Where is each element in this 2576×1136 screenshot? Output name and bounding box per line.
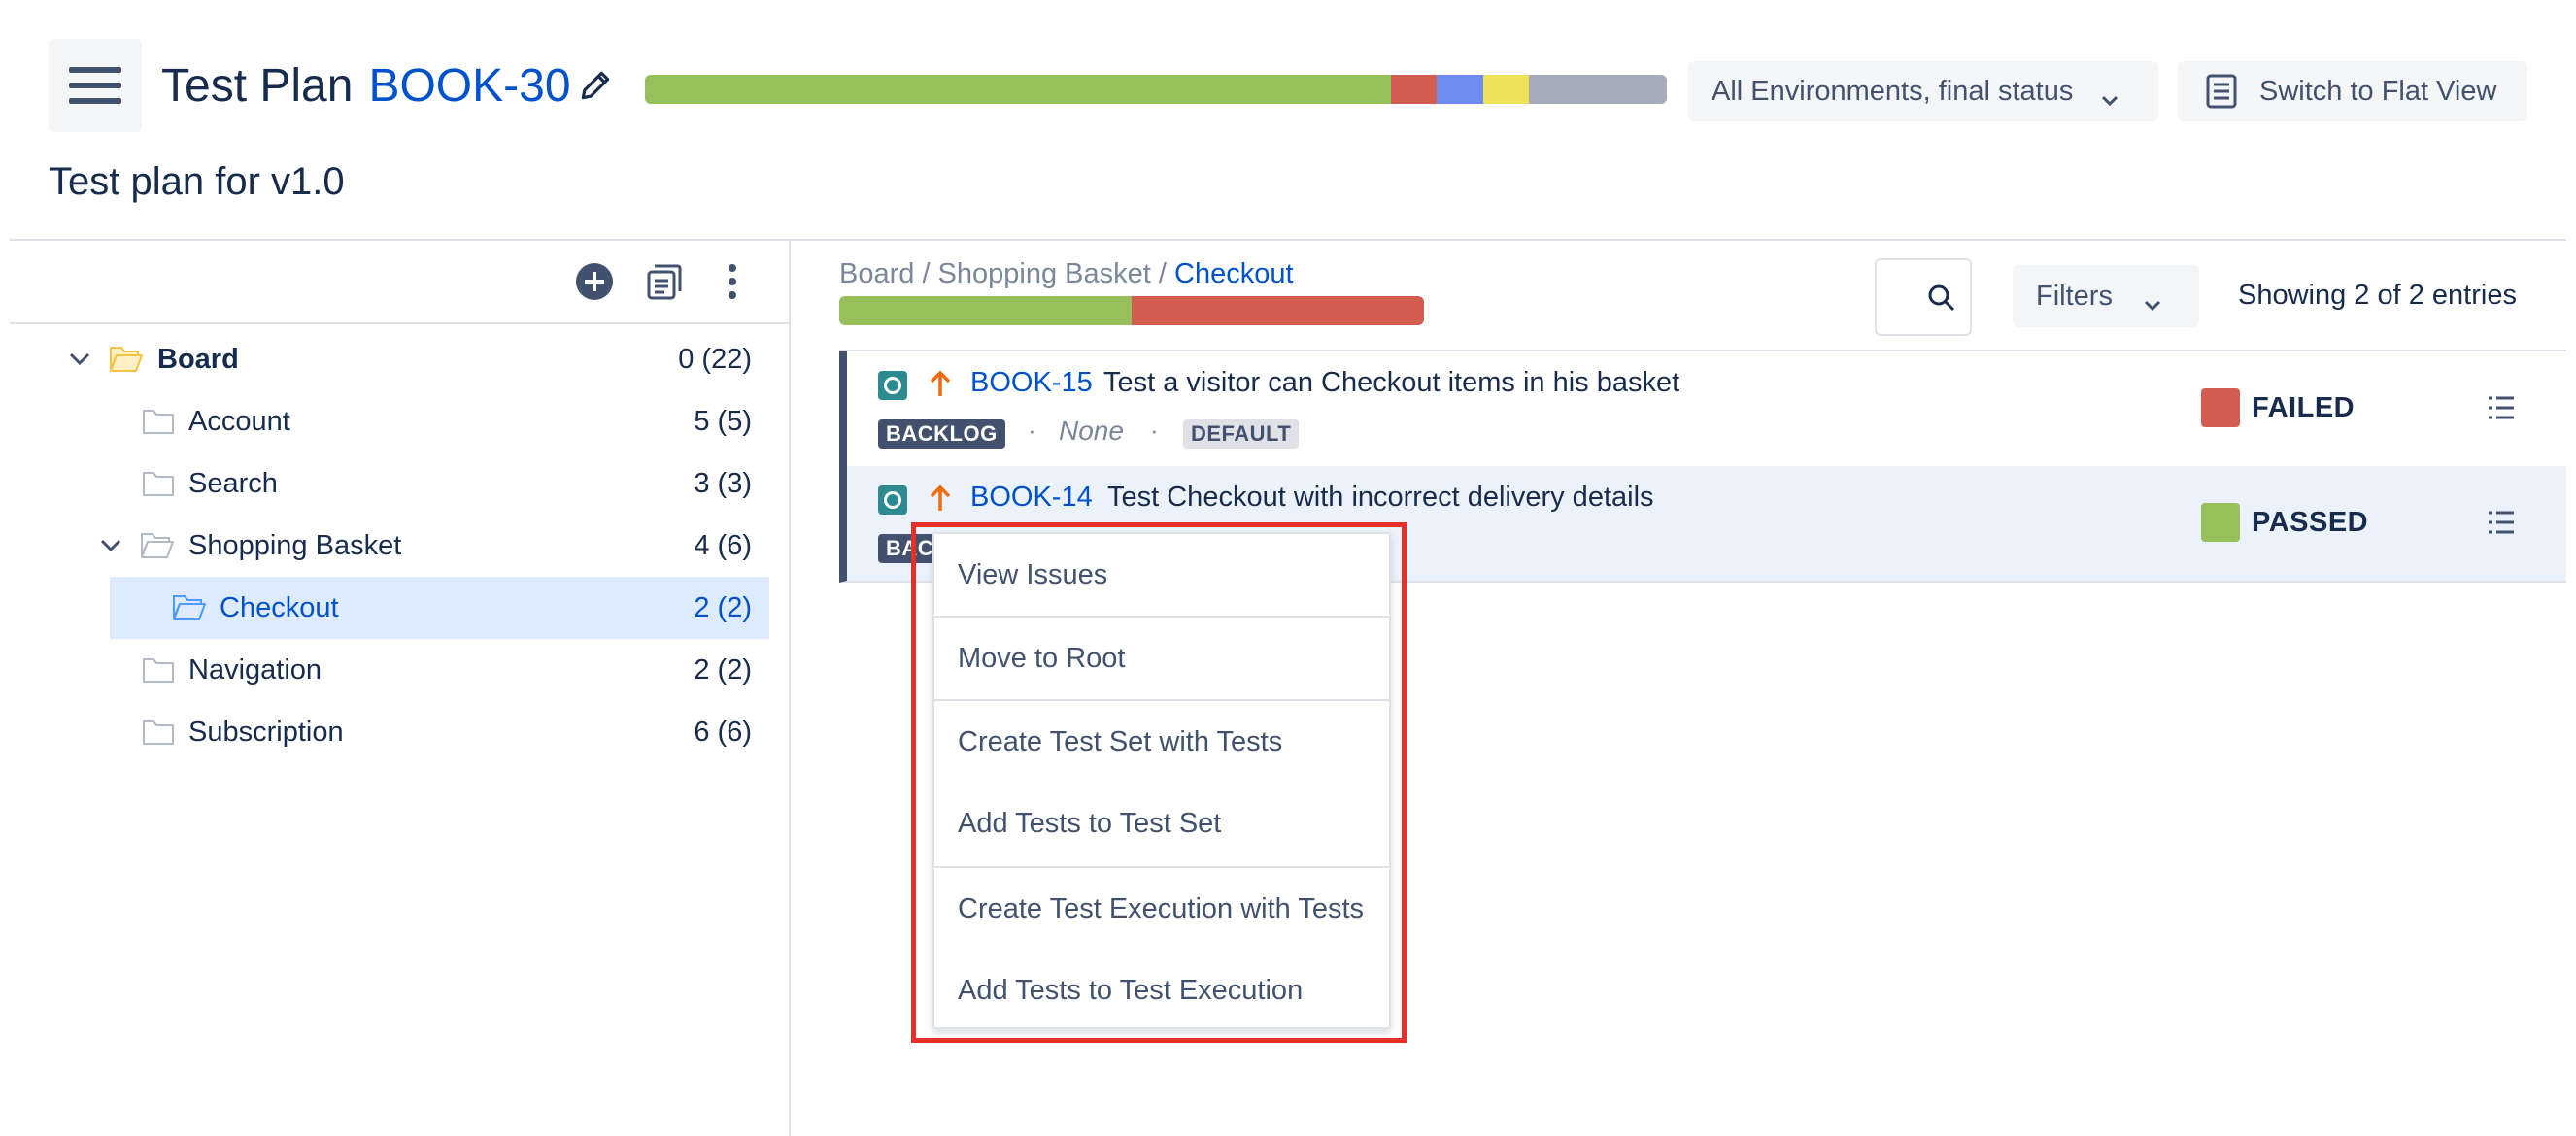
folder-progress-bar	[839, 296, 1424, 325]
tree-item-label: Checkout	[220, 591, 339, 623]
priority-high-icon	[929, 484, 952, 515]
chevron-down-icon	[2143, 288, 2162, 320]
menu-item-move-to-root[interactable]: Move to Root	[934, 618, 1389, 699]
test-key-link[interactable]: BOOK-15	[970, 367, 1093, 399]
folder-icon	[142, 470, 175, 497]
progress-segment-failed	[1390, 75, 1438, 104]
breadcrumb-path[interactable]: Board / Shopping Basket /	[839, 258, 1174, 289]
folder-open-icon	[109, 344, 144, 373]
test-row[interactable]: BOOK-15 Test a visitor can Checkout item…	[839, 351, 2566, 468]
tree-item-label: Board	[157, 343, 239, 375]
progress-segment-passed	[839, 296, 1132, 325]
page-title: Test Plan BOOK-30	[161, 50, 614, 120]
tree-item-label: Subscription	[188, 716, 344, 748]
progress-segment-unknown	[1528, 75, 1667, 104]
tree-item-count: 3 (3)	[694, 467, 752, 499]
test-plan-subtitle: Test plan for v1.0	[49, 160, 345, 203]
assignee-value: None	[1059, 416, 1124, 446]
pencil-icon[interactable]	[577, 67, 614, 104]
folder-open-icon	[140, 530, 175, 559]
tree-item-label: Shopping Basket	[188, 529, 402, 561]
search-icon	[1927, 284, 1956, 313]
tree-item-board[interactable]: Board 0 (22)	[10, 328, 769, 390]
separator-dot: ·	[1028, 416, 1036, 445]
tree-item-account[interactable]: Account 5 (5)	[10, 390, 769, 452]
hamburger-line	[69, 67, 121, 73]
header-divider	[10, 239, 2566, 241]
environment-lozenge: DEFAULT	[1183, 419, 1300, 449]
tree-item-label: Search	[188, 467, 278, 499]
menu-item-create-test-execution[interactable]: Create Test Execution with Tests	[934, 868, 1389, 950]
filters-label: Filters	[2036, 280, 2113, 312]
test-plan-progress-bar	[645, 75, 1667, 104]
panel-divider[interactable]	[789, 241, 791, 1136]
list-view-icon	[2205, 73, 2238, 110]
tree-item-subscription[interactable]: Subscription 6 (6)	[10, 701, 769, 763]
tree-item-count: 0 (22)	[678, 343, 752, 375]
tree-item-count: 4 (6)	[694, 529, 752, 561]
folder-icon	[142, 718, 175, 746]
tree-item-count: 2 (2)	[694, 591, 752, 623]
hamburger-line	[69, 83, 121, 88]
search-button[interactable]	[1875, 258, 1972, 336]
issue-key-link[interactable]: BOOK-30	[368, 59, 570, 113]
chevron-down-icon	[2100, 84, 2119, 116]
menu-item-view-issues[interactable]: View Issues	[934, 534, 1389, 616]
switch-to-flat-view-label: Switch to Flat View	[2259, 75, 2497, 107]
progress-segment-passed	[645, 75, 1391, 104]
tree-toolbar-divider	[10, 322, 789, 324]
breadcrumb: Board / Shopping Basket / Checkout	[839, 258, 1294, 290]
progress-segment-executing	[1437, 75, 1483, 104]
tree-item-count: 6 (6)	[694, 716, 752, 748]
tree-item-label: Navigation	[188, 653, 322, 685]
test-type-icon	[878, 485, 907, 515]
menu-toggle-button[interactable]	[49, 39, 142, 132]
menu-item-create-test-set[interactable]: Create Test Set with Tests	[934, 701, 1389, 783]
folder-icon	[142, 656, 175, 684]
test-summary[interactable]: Test Checkout with incorrect delivery de…	[1107, 482, 1654, 514]
progress-segment-todo	[1482, 75, 1529, 104]
status-color-swatch	[2201, 503, 2240, 542]
details-list-icon[interactable]	[2487, 394, 2516, 421]
entries-count: Showing 2 of 2 entries	[2238, 280, 2517, 311]
more-options-icon[interactable]	[723, 262, 742, 301]
chevron-down-icon[interactable]	[99, 538, 122, 553]
filters-button[interactable]: Filters	[2013, 265, 2199, 327]
status-color-swatch	[2201, 388, 2240, 427]
details-list-icon[interactable]	[2487, 509, 2516, 536]
test-key-link[interactable]: BOOK-14	[970, 482, 1093, 514]
chevron-down-icon[interactable]	[68, 351, 91, 367]
menu-item-add-to-test-set[interactable]: Add Tests to Test Set	[934, 783, 1389, 864]
page-title-text: Test Plan	[161, 59, 354, 112]
test-result-status: PASSED	[2252, 507, 2369, 538]
test-summary[interactable]: Test a visitor can Checkout items in his…	[1103, 367, 1679, 399]
add-folder-icon[interactable]	[575, 262, 614, 301]
tree-item-label: Account	[188, 405, 290, 437]
priority-high-icon	[929, 369, 952, 400]
menu-item-add-to-test-execution[interactable]: Add Tests to Test Execution	[934, 950, 1389, 1031]
environment-select[interactable]: All Environments, final status	[1688, 61, 2158, 121]
environment-select-value: All Environments, final status	[1712, 75, 2074, 107]
context-menu: View Issues Move to Root Create Test Set…	[932, 532, 1391, 1029]
tree-item-shopping-basket[interactable]: Shopping Basket 4 (6)	[10, 515, 769, 577]
tree-item-search[interactable]: Search 3 (3)	[10, 452, 769, 515]
breadcrumb-current[interactable]: Checkout	[1174, 258, 1294, 289]
test-type-icon	[878, 371, 907, 400]
tree-item-navigation[interactable]: Navigation 2 (2)	[10, 639, 769, 701]
separator-dot: ·	[1150, 416, 1159, 445]
folder-icon	[142, 408, 175, 435]
folder-open-icon	[172, 592, 207, 621]
tree-item-count: 5 (5)	[694, 405, 752, 437]
progress-segment-failed	[1132, 296, 1424, 325]
hamburger-line	[69, 98, 121, 104]
test-result-status: FAILED	[2252, 392, 2356, 423]
status-lozenge: BACKLOG	[878, 419, 1005, 449]
switch-to-flat-view-button[interactable]: Switch to Flat View	[2178, 61, 2527, 121]
tree-item-count: 2 (2)	[694, 653, 752, 685]
tree-item-checkout[interactable]: Checkout 2 (2)	[110, 577, 769, 639]
copy-icon[interactable]	[645, 262, 684, 301]
